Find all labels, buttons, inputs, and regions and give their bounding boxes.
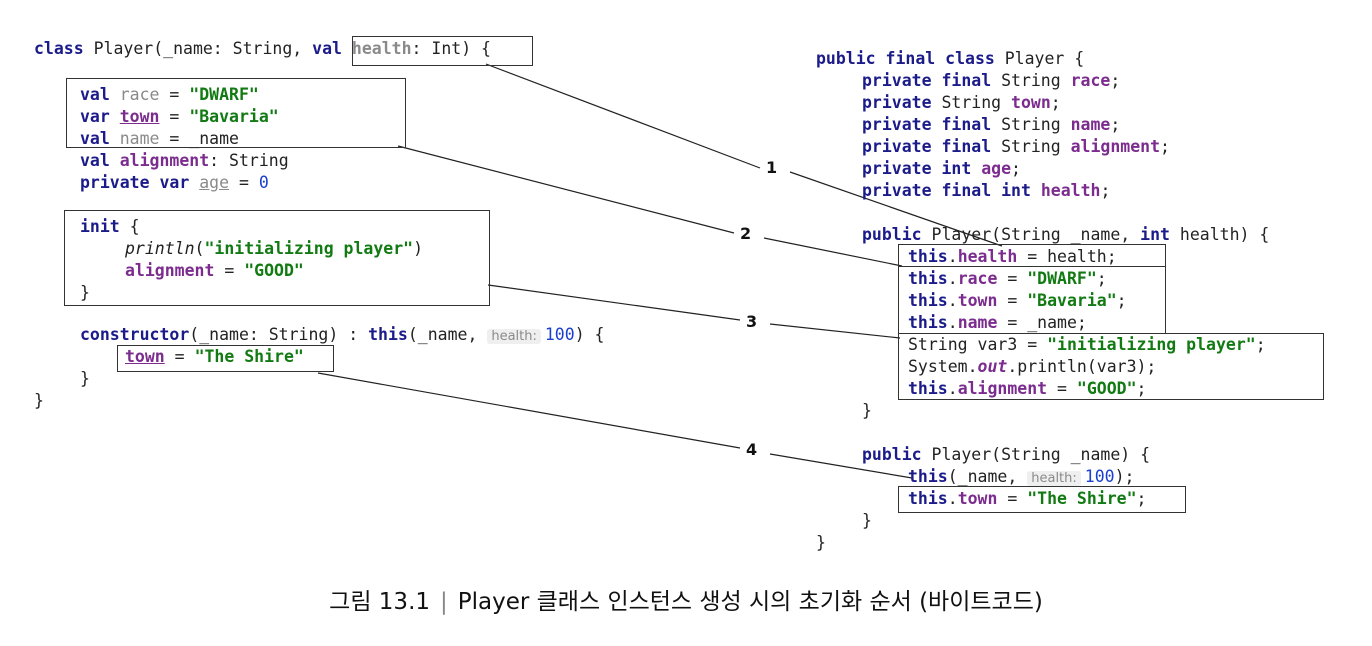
caption-separator: |	[440, 589, 448, 615]
figure-caption: 그림 13.1 | Player 클래스 인스턴스 생성 시의 초기화 순서 (바이…	[0, 582, 1372, 616]
connector-4	[317, 372, 741, 449]
connector-1	[485, 63, 761, 169]
java-line-town: private String town;	[862, 93, 1061, 112]
java-line-ctor2: public Player(String _name) {	[862, 445, 1151, 464]
java-line-class-decl: public final class Player {	[816, 49, 1085, 68]
java-line-race: private final String race;	[862, 71, 1121, 90]
kotlin-line-class-close: }	[34, 391, 44, 410]
java-line-ctor1: public Player(String _name, int health) …	[862, 225, 1270, 244]
java-line-ctor1-close: }	[862, 401, 872, 420]
box-java-properties	[898, 266, 1166, 334]
kotlin-line-alignment: val alignment: String	[80, 151, 289, 170]
box-java-health	[898, 244, 1166, 267]
java-line-class-close: }	[816, 533, 826, 552]
caption-text: Player 클래스 인스턴스 생성 시의 초기화 순서 (바이트코드)	[457, 589, 1043, 615]
box-kotlin-health	[352, 36, 533, 66]
kotlin-line-constructor-close: }	[80, 369, 90, 388]
caption-figure-number: 그림 13.1	[329, 589, 431, 615]
connector-3	[487, 284, 741, 321]
box-kotlin-properties	[66, 78, 406, 148]
java-line-name: private final String name;	[862, 115, 1121, 134]
connector-3b	[769, 323, 901, 339]
java-line-ctor2-close: }	[862, 511, 872, 530]
box-java-init	[898, 333, 1324, 400]
box-kotlin-town-shire	[117, 345, 334, 372]
kotlin-line-age: private var age = 0	[80, 173, 269, 192]
java-line-age: private int age;	[862, 159, 1021, 178]
java-line-health: private final int health;	[862, 181, 1111, 200]
label-2: 2	[738, 224, 754, 243]
label-3: 3	[744, 312, 760, 331]
box-kotlin-init	[64, 210, 490, 306]
box-java-town-shire	[898, 486, 1186, 513]
java-line-alignment: private final String alignment;	[862, 137, 1170, 156]
label-1: 1	[764, 158, 780, 177]
label-4: 4	[744, 440, 760, 459]
